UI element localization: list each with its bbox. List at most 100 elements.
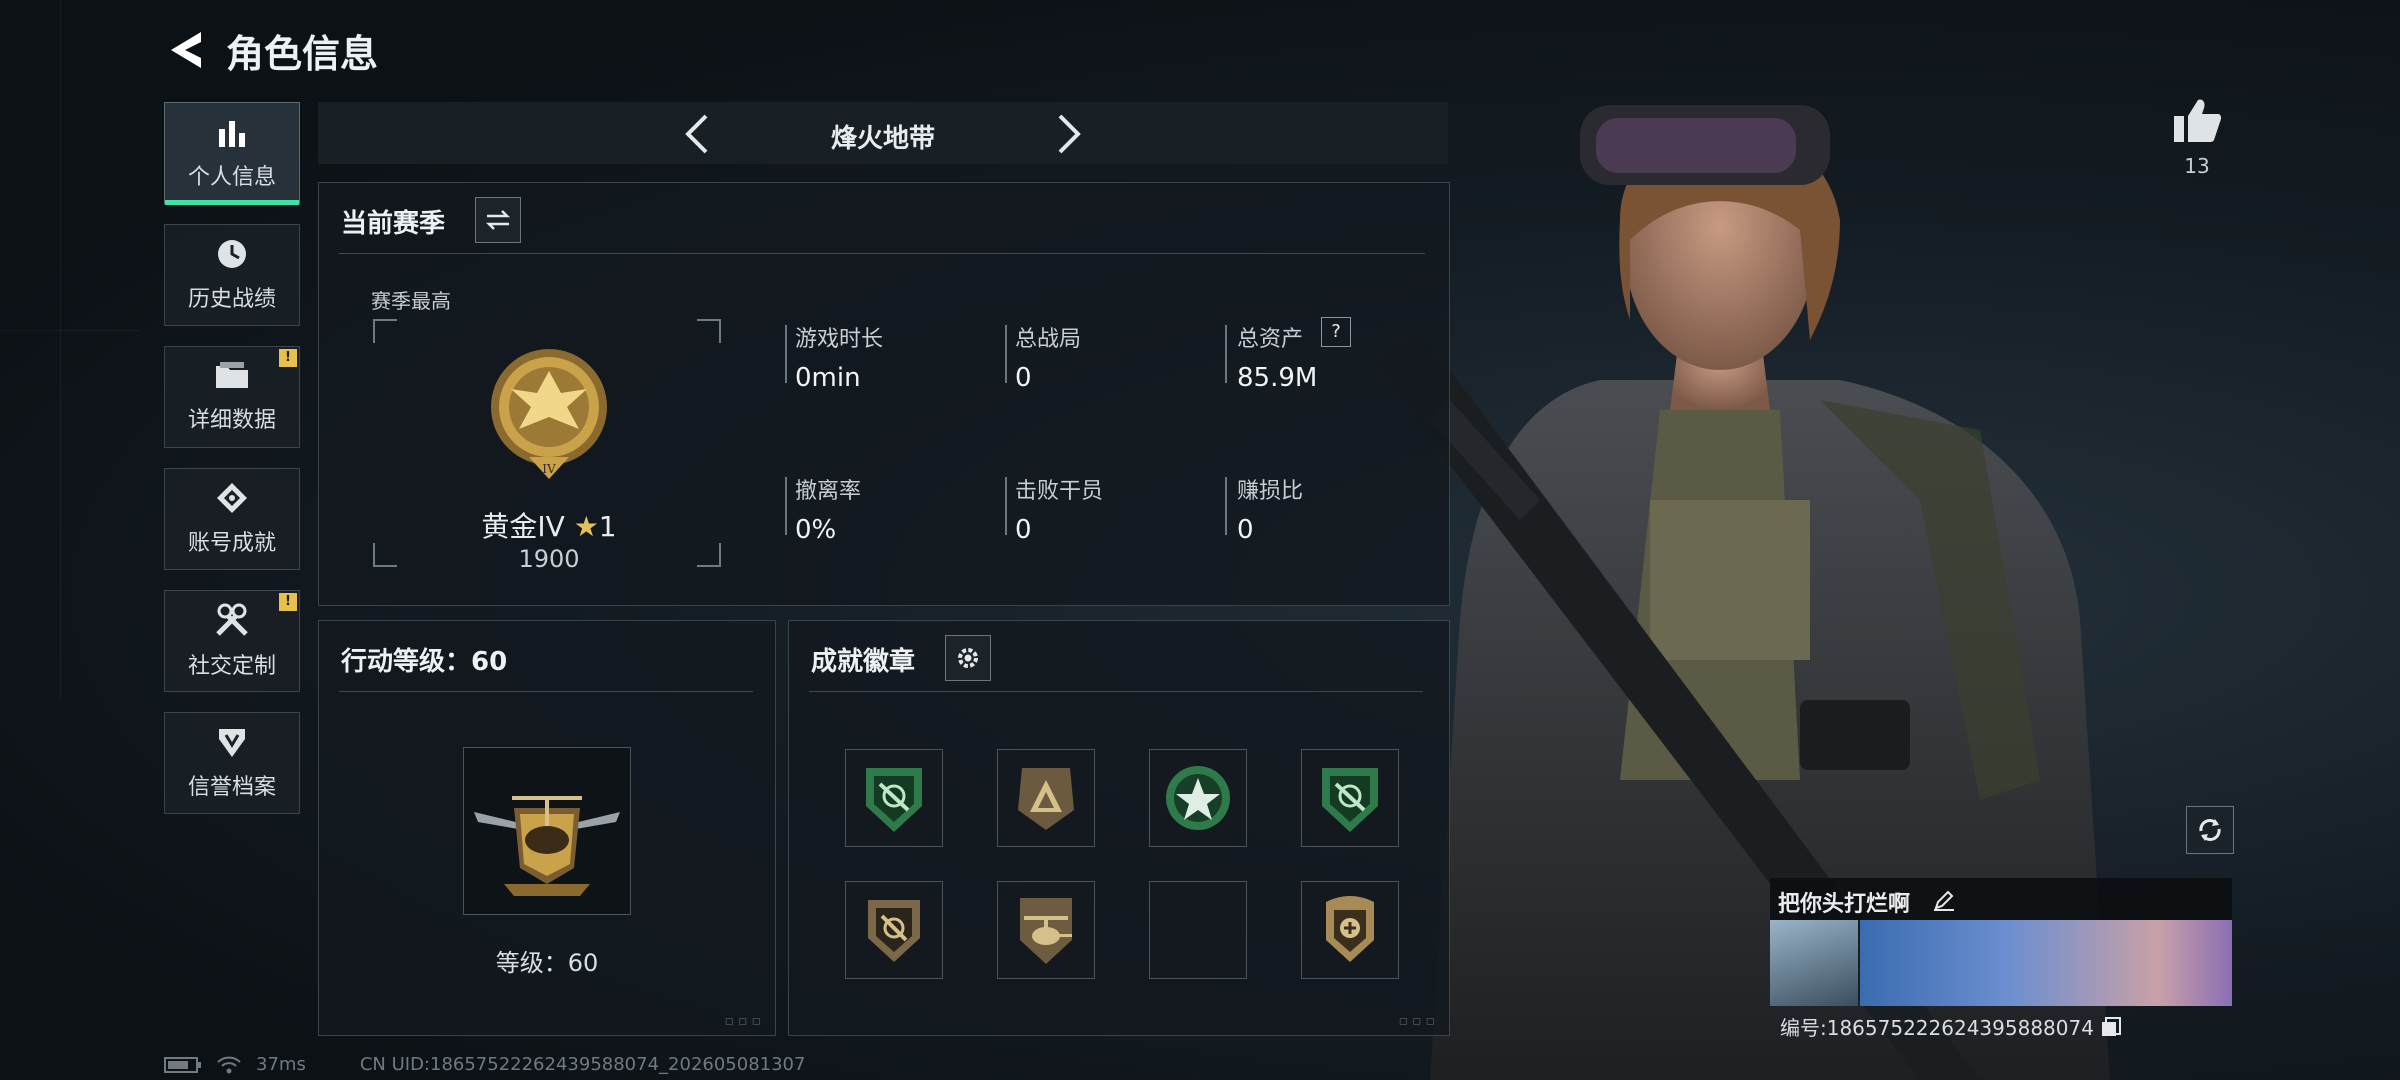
banner-image: [1860, 920, 2232, 1006]
tan-crest-badge: [1326, 896, 1374, 962]
battery-icon: [164, 1056, 201, 1073]
star-icon: ★: [573, 510, 599, 543]
tan-shield-badge: [868, 900, 920, 962]
sidebar-item-history[interactable]: 历史战绩: [164, 224, 300, 326]
action-level-panel: 行动等级：60 等级：60 ▫▫▫: [318, 620, 776, 1036]
sidebar-item-label: 信誉档案: [187, 775, 276, 800]
player-name: 把你头打烂啊: [1778, 892, 1911, 917]
sidebar-item-personal-info[interactable]: 个人信息: [164, 102, 300, 205]
achievement-badge-slot[interactable]: [997, 881, 1095, 979]
green-star-badge: [1166, 766, 1230, 830]
mode-selector: 烽火地带: [318, 102, 1448, 164]
divider: [339, 691, 753, 692]
stat-label-playtime: 游戏时长: [795, 327, 884, 352]
sidebar-item-credit[interactable]: 信誉档案: [164, 712, 300, 814]
rank-points: 1900: [518, 545, 580, 573]
stat-accent: [1005, 477, 1007, 535]
stat-label-total-matches: 总战局: [1015, 327, 1082, 352]
decor-line: [60, 0, 61, 700]
sidebar-item-detail-data[interactable]: ! 详细数据: [164, 346, 300, 448]
sidebar-item-social[interactable]: ! 社交定制: [164, 590, 300, 692]
player-id-text: 编号:18657522262439588​8074: [1780, 1016, 2094, 1040]
clock-icon: [218, 240, 246, 268]
stat-label-kills: 击败干员: [1015, 479, 1104, 504]
sidebar-item-label: 个人信息: [187, 165, 276, 190]
bar-chart-icon: [219, 121, 245, 147]
level-text: 等级：60: [495, 949, 599, 977]
tools-icon: [216, 603, 248, 636]
green-shield-badge: [866, 768, 922, 832]
top-bar: 角色信息: [160, 22, 378, 78]
stat-accent: [1225, 325, 1227, 383]
like-count: 13: [2184, 154, 2210, 178]
stat-label-total-assets: 总资产: [1237, 327, 1304, 352]
stat-accent: [1225, 477, 1227, 535]
achievement-badge-slot[interactable]: [845, 881, 943, 979]
shield-icon: [219, 729, 245, 757]
achievement-badge-slot-empty[interactable]: [1149, 881, 1247, 979]
helicopter-emblem: [474, 796, 620, 896]
achievement-title: 成就徽章: [811, 647, 916, 677]
achievement-icon: [217, 483, 247, 513]
refresh-icon: [2199, 819, 2221, 841]
status-bar: 37ms CN UID:1865752226243958​8074_202605…: [164, 1054, 805, 1075]
achievement-badge-slot[interactable]: [1301, 881, 1399, 979]
player-name-bar: 把你头打烂啊: [1770, 878, 2232, 920]
level-emblem-frame: [463, 747, 631, 915]
sidebar-item-label: 社交定制: [187, 654, 276, 679]
back-arrow-icon: [171, 32, 201, 68]
sidebar-item-label: 历史战绩: [187, 287, 276, 312]
achievement-settings-button[interactable]: [945, 635, 991, 681]
stat-accent: [785, 477, 787, 535]
stat-value-extract-rate: 0%: [795, 515, 837, 545]
achievement-badge-slot[interactable]: [845, 749, 943, 847]
frame-corner: [697, 319, 721, 343]
ping-text: 37ms: [256, 1054, 306, 1075]
season-title: 当前赛季: [341, 209, 446, 239]
stat-accent: [785, 325, 787, 383]
stat-value-kills: 0: [1015, 515, 1032, 545]
thumbs-up-icon: [2174, 99, 2222, 142]
achievement-badge-slot[interactable]: [1149, 749, 1247, 847]
sidebar-item-label: 详细数据: [187, 408, 276, 433]
back-button[interactable]: [160, 22, 210, 78]
swap-icon: [485, 210, 511, 230]
achievement-badge-slot[interactable]: [1301, 749, 1399, 847]
stat-value-total-assets: 85.9M: [1237, 363, 1318, 393]
next-mode-button[interactable]: [1054, 112, 1086, 156]
decor-line: [0, 330, 140, 331]
stat-label-profit-ratio: 赚损比: [1237, 479, 1304, 504]
tan-triangle-badge: [1018, 768, 1074, 830]
help-icon[interactable]: ?: [1321, 317, 1351, 347]
green-shield-badge: [1322, 768, 1378, 832]
corner-decor: ▫▫▫: [724, 1013, 765, 1029]
frame-corner: [373, 319, 397, 343]
like-button[interactable]: 13: [2164, 96, 2230, 178]
mode-title: 烽火地带: [830, 124, 935, 154]
sidebar-item-achievement[interactable]: 账号成就: [164, 468, 300, 570]
notification-badge: !: [279, 593, 297, 611]
stat-accent: [1005, 325, 1007, 383]
action-level-title: 行动等级：60: [341, 647, 508, 677]
divider: [339, 253, 1425, 254]
copy-icon[interactable]: [2100, 1016, 2122, 1038]
gold-rank-emblem: IV: [491, 349, 607, 479]
edit-icon[interactable]: [1932, 888, 1956, 912]
corner-decor: ▫▫▫: [1398, 1013, 1439, 1029]
notification-badge: !: [279, 349, 297, 367]
season-peak-label: 赛季最高: [371, 289, 451, 313]
stat-value-playtime: 0min: [795, 363, 861, 393]
achievement-panel: 成就徽章 ▫▫▫: [788, 620, 1450, 1036]
helicopter-badge: [1020, 898, 1072, 964]
rank-label: 黄金IV ★1: [319, 505, 779, 545]
refresh-button[interactable]: [2186, 806, 2234, 854]
achievement-badge-slot[interactable]: [997, 749, 1095, 847]
player-avatar: [1770, 920, 1858, 1006]
gear-icon: [958, 648, 978, 668]
rank-stars: 1: [598, 510, 617, 543]
player-banner: [1770, 920, 2232, 1006]
sidebar-item-label: 账号成就: [187, 531, 276, 556]
rank-name: 黄金IV: [481, 510, 565, 543]
folder-icon: [216, 362, 248, 388]
season-switch-button[interactable]: [475, 197, 521, 243]
